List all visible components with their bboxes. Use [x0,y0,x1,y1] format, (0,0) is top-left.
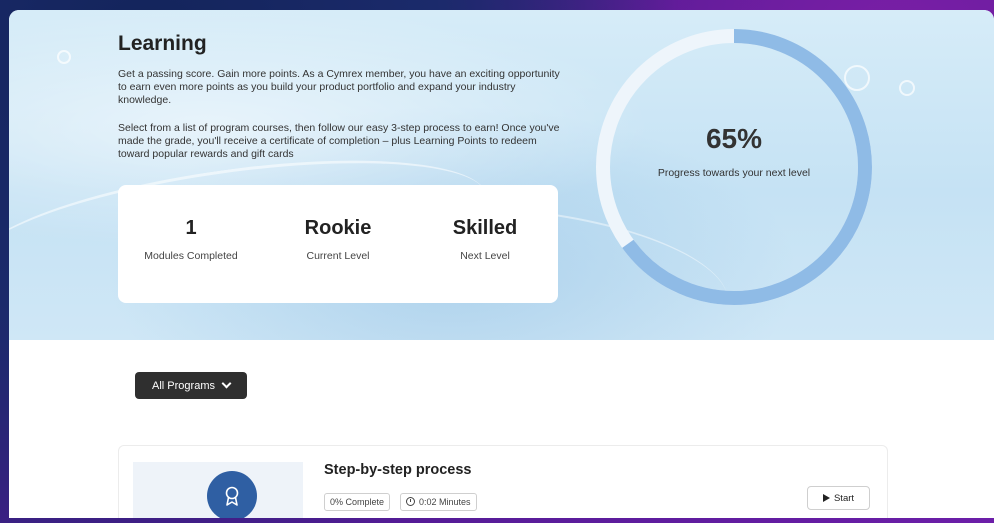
stat-label: Current Level [306,250,370,262]
all-programs-dropdown[interactable]: All Programs [135,372,247,399]
stat-next-level: Skilled Next Level [412,217,558,262]
stat-modules-completed: 1 Modules Completed [118,217,264,262]
stat-label: Modules Completed [144,250,238,262]
award-badge [207,471,257,518]
intro-paragraph: Get a passing score. Gain more points. A… [118,68,560,106]
stat-label: Next Level [460,250,510,262]
all-programs-label: All Programs [152,379,215,392]
completion-tag: 0% Complete [324,493,391,511]
decorative-bubble [899,80,915,96]
app-window: Learning Get a passing score. Gain more … [9,10,994,518]
stat-value: Skilled [452,217,518,239]
progress-center: 65% Progress towards your next level [594,27,874,307]
instructions-paragraph: Select from a list of program courses, t… [118,122,560,160]
start-label: Start [833,492,855,504]
page-title: Learning [118,32,207,55]
duration-text: 0:02 Minutes [419,497,471,507]
clock-icon [406,497,415,506]
stat-current-level: Rookie Current Level [265,217,411,262]
stats-card: 1 Modules Completed Rookie Current Level… [118,185,558,303]
stat-value: Rookie [304,217,372,239]
play-icon [822,494,830,502]
course-thumbnail [133,462,303,518]
progress-ring: 65% Progress towards your next level [594,27,874,307]
chevron-down-icon [221,378,232,389]
decorative-bubble [57,50,71,64]
progress-percent: 65% [705,123,763,154]
award-icon [225,486,239,506]
course-card[interactable]: Step-by-step process 0% Complete 0:02 Mi… [118,445,888,518]
course-title: Step-by-step process [324,462,472,478]
progress-label: Progress towards your next level [657,167,811,179]
duration-tag: 0:02 Minutes [400,493,477,511]
learning-hero: Learning Get a passing score. Gain more … [9,10,994,374]
start-button[interactable]: Start [807,486,870,510]
stat-value: 1 [185,217,197,239]
